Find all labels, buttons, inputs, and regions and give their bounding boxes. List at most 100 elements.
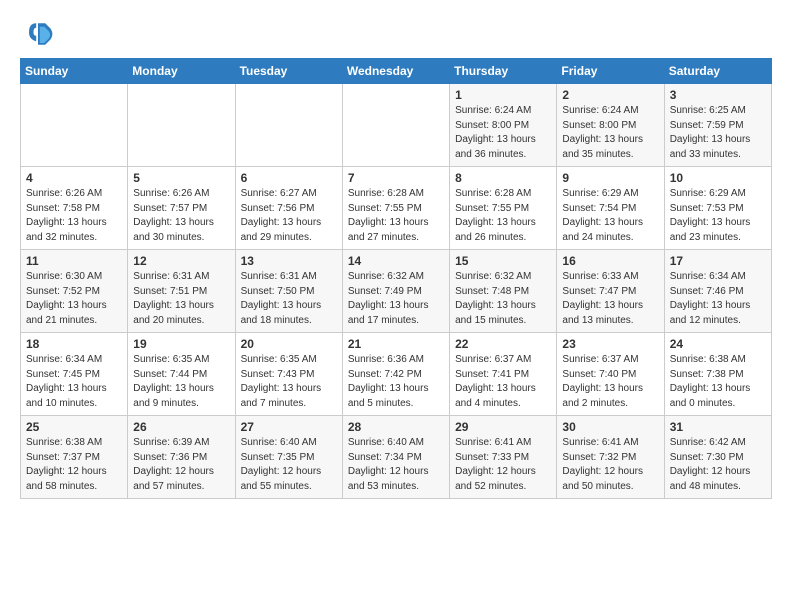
calendar-cell	[21, 84, 128, 167]
cell-content: Sunrise: 6:34 AM Sunset: 7:45 PM Dayligh…	[26, 353, 122, 411]
cell-content: Sunrise: 6:26 AM Sunset: 7:58 PM Dayligh…	[26, 187, 122, 245]
weekday-header-monday: Monday	[128, 59, 235, 84]
calendar-cell: 8 Sunrise: 6:28 AM Sunset: 7:55 PM Daylig…	[450, 167, 557, 250]
day-number: 17	[670, 254, 766, 268]
calendar-cell: 18 Sunrise: 6:34 AM Sunset: 7:45 PM Dayli…	[21, 333, 128, 416]
header	[20, 16, 772, 52]
cell-content: Sunrise: 6:29 AM Sunset: 7:53 PM Dayligh…	[670, 187, 766, 245]
cell-content: Sunrise: 6:41 AM Sunset: 7:33 PM Dayligh…	[455, 436, 551, 494]
calendar-cell: 5 Sunrise: 6:26 AM Sunset: 7:57 PM Daylig…	[128, 167, 235, 250]
day-number: 18	[26, 337, 122, 351]
cell-content: Sunrise: 6:35 AM Sunset: 7:44 PM Dayligh…	[133, 353, 229, 411]
cell-content: Sunrise: 6:33 AM Sunset: 7:47 PM Dayligh…	[562, 270, 658, 328]
calendar-cell: 13 Sunrise: 6:31 AM Sunset: 7:50 PM Dayli…	[235, 250, 342, 333]
cell-content: Sunrise: 6:37 AM Sunset: 7:40 PM Dayligh…	[562, 353, 658, 411]
day-number: 8	[455, 171, 551, 185]
day-number: 28	[348, 420, 444, 434]
calendar-cell: 7 Sunrise: 6:28 AM Sunset: 7:55 PM Daylig…	[342, 167, 449, 250]
cell-content: Sunrise: 6:34 AM Sunset: 7:46 PM Dayligh…	[670, 270, 766, 328]
calendar-cell: 12Sunrise: 6:31 AM Sunset: 7:51 PM Dayli…	[128, 250, 235, 333]
main-container: SundayMondayTuesdayWednesdayThursdayFrid…	[0, 0, 792, 509]
day-number: 19	[133, 337, 229, 351]
day-number: 14	[348, 254, 444, 268]
week-row-5: 25 Sunrise: 6:38 AM Sunset: 7:37 PM Dayli…	[21, 416, 772, 499]
week-row-1: 1 Sunrise: 6:24 AM Sunset: 8:00 PM Daylig…	[21, 84, 772, 167]
calendar-cell: 3Sunrise: 6:25 AM Sunset: 7:59 PM Daylig…	[664, 84, 771, 167]
day-number: 16	[562, 254, 658, 268]
calendar-cell: 10 Sunrise: 6:29 AM Sunset: 7:53 PM Dayli…	[664, 167, 771, 250]
day-number: 2	[562, 88, 658, 102]
calendar-cell: 28 Sunrise: 6:40 AM Sunset: 7:34 PM Dayli…	[342, 416, 449, 499]
cell-content: Sunrise: 6:30 AM Sunset: 7:52 PM Dayligh…	[26, 270, 122, 328]
cell-content: Sunrise: 6:38 AM Sunset: 7:37 PM Dayligh…	[26, 436, 122, 494]
calendar-cell: 29 Sunrise: 6:41 AM Sunset: 7:33 PM Dayli…	[450, 416, 557, 499]
cell-content: Sunrise: 6:27 AM Sunset: 7:56 PM Dayligh…	[241, 187, 337, 245]
calendar-cell	[342, 84, 449, 167]
cell-content: Sunrise: 6:32 AM Sunset: 7:48 PM Dayligh…	[455, 270, 551, 328]
cell-content: Sunrise: 6:38 AM Sunset: 7:38 PM Dayligh…	[670, 353, 766, 411]
day-number: 7	[348, 171, 444, 185]
cell-content: Sunrise: 6:31 AM Sunset: 7:50 PM Dayligh…	[241, 270, 337, 328]
weekday-header-wednesday: Wednesday	[342, 59, 449, 84]
cell-content: Sunrise: 6:26 AM Sunset: 7:57 PM Dayligh…	[133, 187, 229, 245]
day-number: 15	[455, 254, 551, 268]
calendar-cell: 22 Sunrise: 6:37 AM Sunset: 7:41 PM Dayli…	[450, 333, 557, 416]
day-number: 11	[26, 254, 122, 268]
weekday-header-thursday: Thursday	[450, 59, 557, 84]
calendar-header: SundayMondayTuesdayWednesdayThursdayFrid…	[21, 59, 772, 84]
logo	[20, 16, 62, 52]
cell-content: Sunrise: 6:41 AM Sunset: 7:32 PM Dayligh…	[562, 436, 658, 494]
weekday-header-tuesday: Tuesday	[235, 59, 342, 84]
day-number: 20	[241, 337, 337, 351]
calendar-cell: 14 Sunrise: 6:32 AM Sunset: 7:49 PM Dayli…	[342, 250, 449, 333]
cell-content: Sunrise: 6:36 AM Sunset: 7:42 PM Dayligh…	[348, 353, 444, 411]
day-number: 30	[562, 420, 658, 434]
day-number: 10	[670, 171, 766, 185]
calendar-cell: 16 Sunrise: 6:33 AM Sunset: 7:47 PM Dayli…	[557, 250, 664, 333]
calendar-cell: 31Sunrise: 6:42 AM Sunset: 7:30 PM Dayli…	[664, 416, 771, 499]
day-number: 23	[562, 337, 658, 351]
day-number: 1	[455, 88, 551, 102]
day-number: 13	[241, 254, 337, 268]
calendar-table: SundayMondayTuesdayWednesdayThursdayFrid…	[20, 58, 772, 499]
weekday-header-saturday: Saturday	[664, 59, 771, 84]
calendar-cell: 19 Sunrise: 6:35 AM Sunset: 7:44 PM Dayli…	[128, 333, 235, 416]
weekday-row: SundayMondayTuesdayWednesdayThursdayFrid…	[21, 59, 772, 84]
calendar-cell: 15 Sunrise: 6:32 AM Sunset: 7:48 PM Dayli…	[450, 250, 557, 333]
calendar-cell: 30 Sunrise: 6:41 AM Sunset: 7:32 PM Dayli…	[557, 416, 664, 499]
week-row-4: 18 Sunrise: 6:34 AM Sunset: 7:45 PM Dayli…	[21, 333, 772, 416]
calendar-cell: 9 Sunrise: 6:29 AM Sunset: 7:54 PM Daylig…	[557, 167, 664, 250]
cell-content: Sunrise: 6:29 AM Sunset: 7:54 PM Dayligh…	[562, 187, 658, 245]
calendar-cell: 17 Sunrise: 6:34 AM Sunset: 7:46 PM Dayli…	[664, 250, 771, 333]
cell-content: Sunrise: 6:37 AM Sunset: 7:41 PM Dayligh…	[455, 353, 551, 411]
weekday-header-sunday: Sunday	[21, 59, 128, 84]
calendar-cell: 25 Sunrise: 6:38 AM Sunset: 7:37 PM Dayli…	[21, 416, 128, 499]
day-number: 4	[26, 171, 122, 185]
cell-content: Sunrise: 6:24 AM Sunset: 8:00 PM Dayligh…	[562, 104, 658, 162]
day-number: 29	[455, 420, 551, 434]
calendar-cell: 27Sunrise: 6:40 AM Sunset: 7:35 PM Dayli…	[235, 416, 342, 499]
calendar-cell: 24Sunrise: 6:38 AM Sunset: 7:38 PM Dayli…	[664, 333, 771, 416]
day-number: 9	[562, 171, 658, 185]
day-number: 26	[133, 420, 229, 434]
cell-content: Sunrise: 6:32 AM Sunset: 7:49 PM Dayligh…	[348, 270, 444, 328]
day-number: 25	[26, 420, 122, 434]
calendar-cell: 23 Sunrise: 6:37 AM Sunset: 7:40 PM Dayli…	[557, 333, 664, 416]
cell-content: Sunrise: 6:28 AM Sunset: 7:55 PM Dayligh…	[348, 187, 444, 245]
day-number: 21	[348, 337, 444, 351]
logo-icon	[20, 16, 56, 52]
cell-content: Sunrise: 6:35 AM Sunset: 7:43 PM Dayligh…	[241, 353, 337, 411]
cell-content: Sunrise: 6:25 AM Sunset: 7:59 PM Dayligh…	[670, 104, 766, 162]
calendar-cell: 2 Sunrise: 6:24 AM Sunset: 8:00 PM Daylig…	[557, 84, 664, 167]
day-number: 22	[455, 337, 551, 351]
week-row-2: 4 Sunrise: 6:26 AM Sunset: 7:58 PM Daylig…	[21, 167, 772, 250]
calendar-cell	[235, 84, 342, 167]
day-number: 5	[133, 171, 229, 185]
cell-content: Sunrise: 6:24 AM Sunset: 8:00 PM Dayligh…	[455, 104, 551, 162]
cell-content: Sunrise: 6:28 AM Sunset: 7:55 PM Dayligh…	[455, 187, 551, 245]
cell-content: Sunrise: 6:40 AM Sunset: 7:34 PM Dayligh…	[348, 436, 444, 494]
cell-content: Sunrise: 6:31 AM Sunset: 7:51 PM Dayligh…	[133, 270, 229, 328]
day-number: 27	[241, 420, 337, 434]
calendar-cell: 4 Sunrise: 6:26 AM Sunset: 7:58 PM Daylig…	[21, 167, 128, 250]
calendar-cell: 26Sunrise: 6:39 AM Sunset: 7:36 PM Dayli…	[128, 416, 235, 499]
